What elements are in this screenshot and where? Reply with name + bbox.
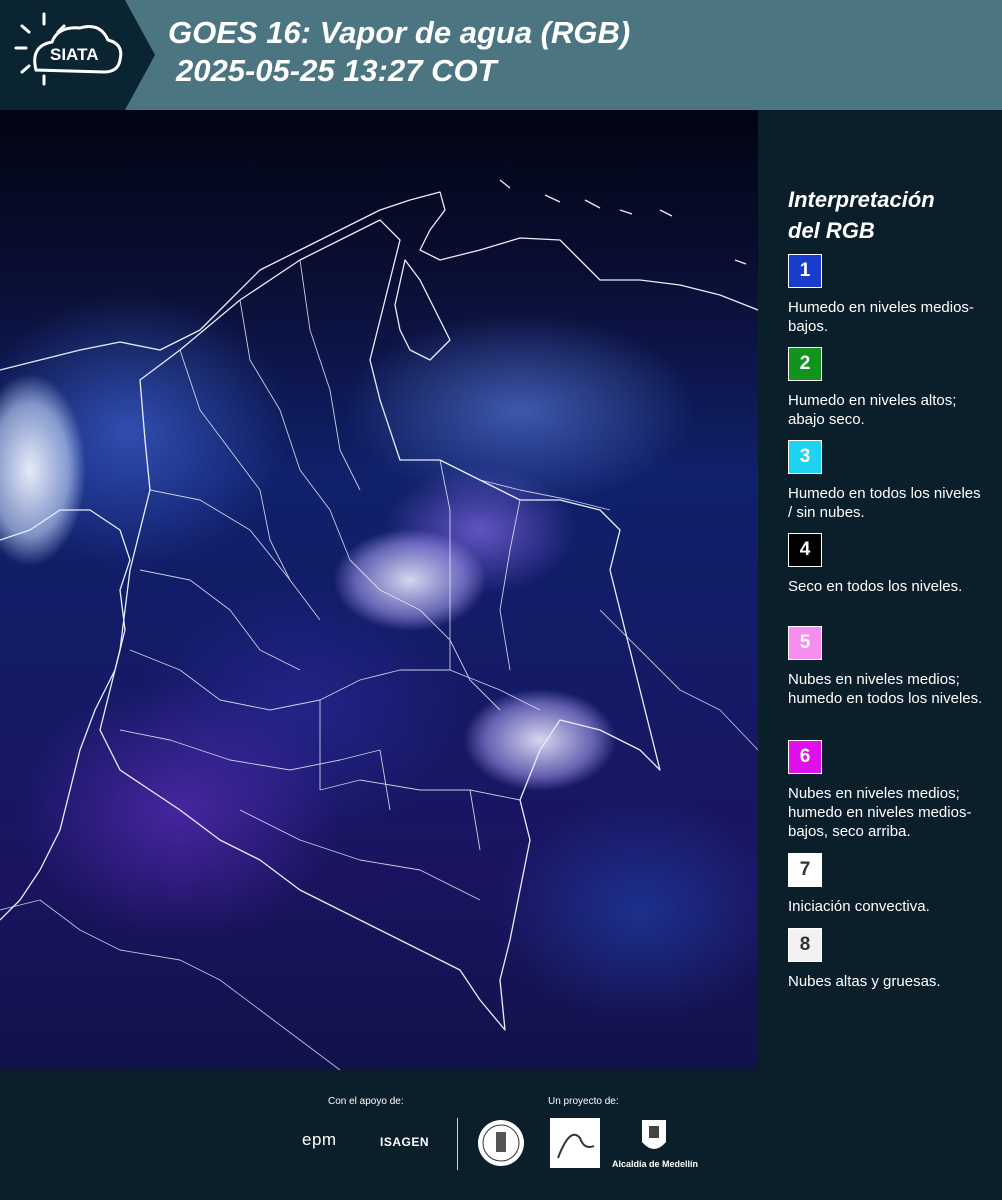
siata-logo: SIATA xyxy=(0,0,160,110)
medellin-seal-icon xyxy=(478,1120,524,1166)
department-borders xyxy=(119,259,541,901)
legend-title-line2: del RGB xyxy=(788,218,875,243)
legend-item: 5 Nubes en niveles medios; humedo en todo… xyxy=(788,626,988,708)
legend-item-text: Humedo en niveles altos; abajo seco. xyxy=(788,392,957,428)
title-timestamp: 2025-05-25 13:27 COT xyxy=(176,53,497,88)
legend-swatch: 2 xyxy=(788,347,822,381)
legend-item-text: Seco en todos los niveles. xyxy=(788,578,963,595)
pacific-coast xyxy=(0,509,131,921)
legend-title: Interpretación del RGB xyxy=(788,184,988,246)
footer-divider xyxy=(457,1118,458,1170)
legend-item: 6 Nubes en niveles medios; humedo en nive… xyxy=(788,740,988,841)
page-title: GOES 16: Vapor de agua (RGB) 2025-05-25 … xyxy=(168,14,630,90)
alcaldia-label: Alcaldía de Medellín xyxy=(612,1159,699,1169)
legend-swatch: 7 xyxy=(788,853,822,887)
satellite-map[interactable] xyxy=(0,110,758,1070)
colombia-border xyxy=(99,219,661,1031)
legend-item: 7 Iniciación convectiva. xyxy=(788,853,988,916)
legend-swatch: 1 xyxy=(788,254,822,288)
legend-item-text: Humedo en niveles medios-bajos. xyxy=(788,299,974,335)
legend-item-text: Humedo en todos los niveles / sin nubes. xyxy=(788,485,981,521)
support-label: Con el apoyo de: xyxy=(328,1096,404,1107)
legend-swatch: 4 xyxy=(788,533,822,567)
title-product: GOES 16: Vapor de agua (RGB) xyxy=(168,15,631,50)
legend-item-text: Nubes en niveles medios; humedo en nivel… xyxy=(788,785,972,840)
legend-item: 3 Humedo en todos los niveles / sin nubes… xyxy=(788,440,988,522)
legend-item-text: Iniciación convectiva. xyxy=(788,898,930,915)
legend-item: 4 Seco en todos los niveles. xyxy=(788,533,988,596)
legend-item: 2 Humedo en niveles altos; abajo seco. xyxy=(788,347,988,429)
legend-panel: Interpretación del RGB 1 Humedo en nivele… xyxy=(758,110,1002,1070)
islands xyxy=(499,179,747,265)
legend-swatch: 3 xyxy=(788,440,822,474)
ecuador-peru-border xyxy=(0,899,341,1070)
project-label: Un proyecto de: xyxy=(548,1096,619,1107)
legend-title-line1: Interpretación xyxy=(788,187,935,212)
legend-swatch: 5 xyxy=(788,626,822,660)
legend-item-text: Nubes altas y gruesas. xyxy=(788,973,941,990)
legend-swatch: 6 xyxy=(788,740,822,774)
epm-logo: epm xyxy=(302,1130,337,1149)
lake-maracaibo xyxy=(394,259,451,361)
legend-item: 1 Humedo en niveles medios-bajos. xyxy=(788,254,988,336)
isagen-logo: ISAGEN xyxy=(380,1135,430,1149)
area-metropolitana-logo xyxy=(550,1118,600,1168)
coastline xyxy=(0,191,758,371)
alcaldia-shield-icon xyxy=(642,1120,666,1149)
legend-item: 8 Nubes altas y gruesas. xyxy=(788,928,988,991)
footer-bar: Con el apoyo de: Un proyecto de: epm ISA… xyxy=(0,1070,1002,1200)
legend-item-text: Nubes en niveles medios; humedo en todos… xyxy=(788,671,983,707)
header-bar: SIATA GOES 16: Vapor de agua (RGB) 2025-… xyxy=(0,0,1002,110)
legend-swatch: 8 xyxy=(788,928,822,962)
venezuela-border xyxy=(479,479,758,751)
siata-logo-text: SIATA xyxy=(50,45,99,64)
